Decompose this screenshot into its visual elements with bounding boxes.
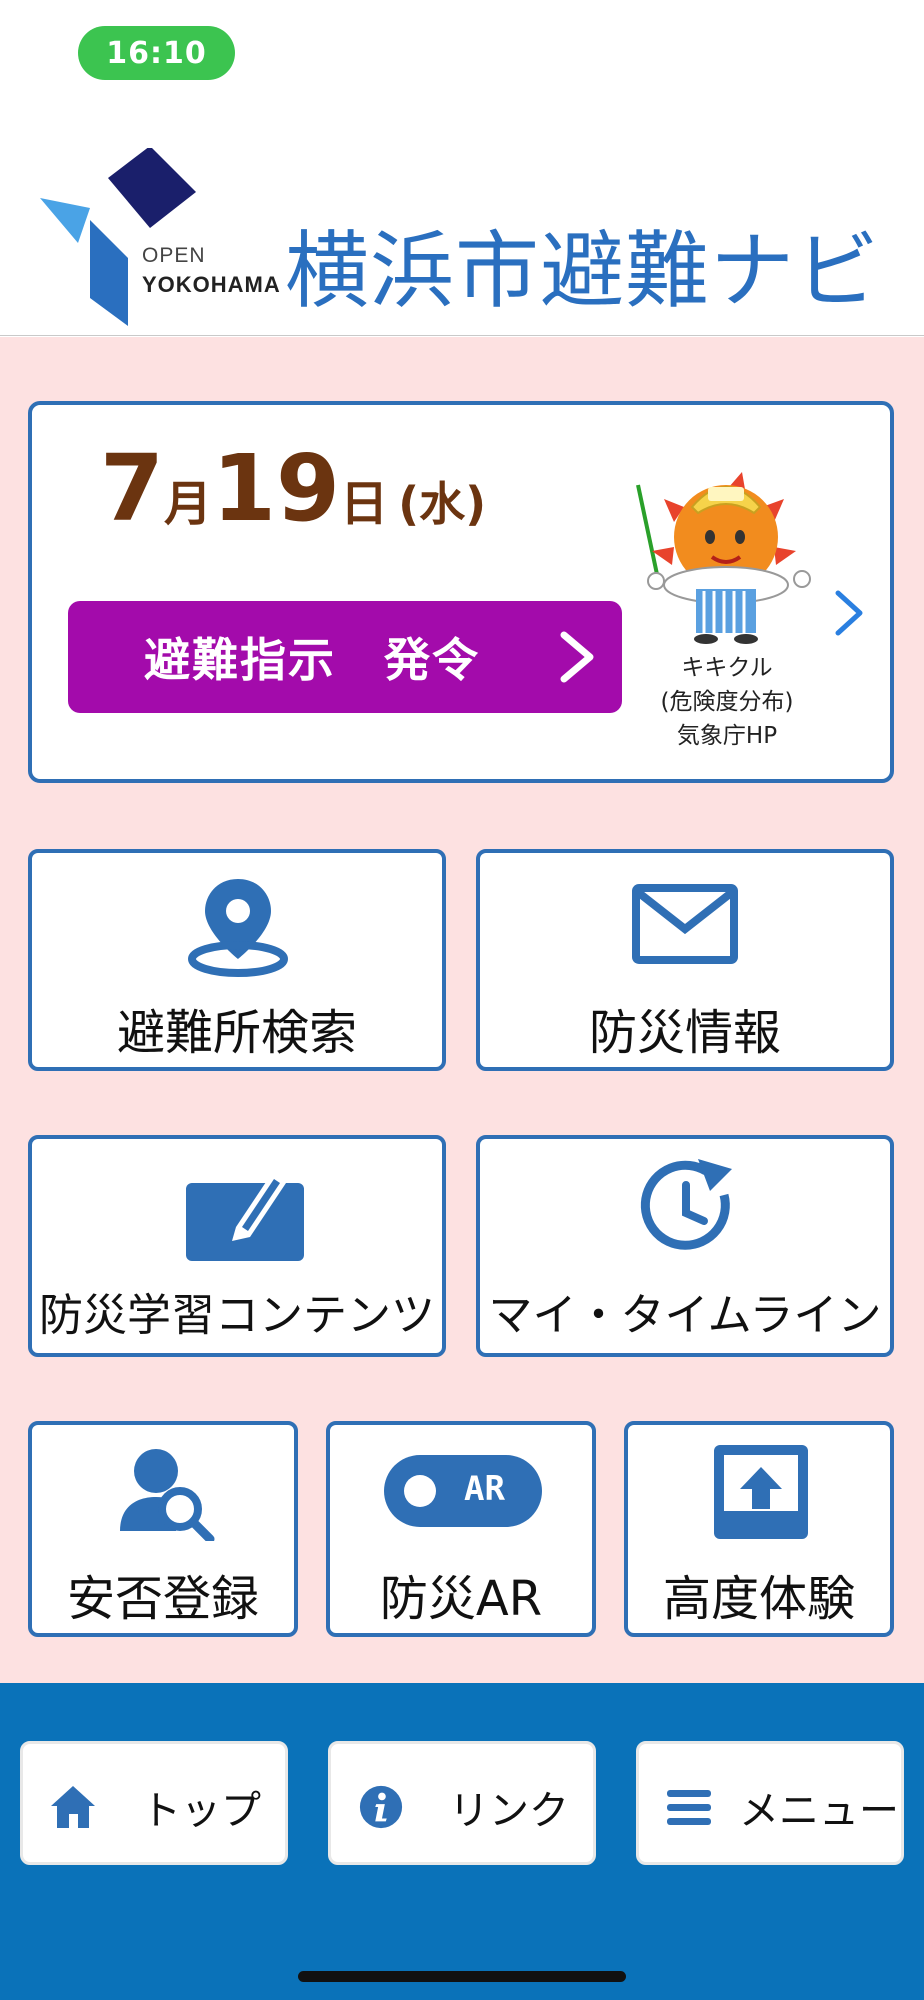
nav-menu-button[interactable]: メニュー xyxy=(636,1741,904,1865)
ar-toggle-knob xyxy=(404,1475,436,1507)
altitude-experience-button[interactable]: 高度体験 xyxy=(624,1421,894,1637)
hamburger-icon xyxy=(667,1790,711,1825)
info-icon xyxy=(359,1785,403,1829)
date-card: 7月19日 (水) 避難指示 発令 キキクル (危険度分布) 気象庁HP xyxy=(28,401,894,783)
upload-box-icon xyxy=(714,1445,808,1539)
date-month-unit: 月 xyxy=(164,476,213,532)
kikikuru-caption-line1: キキクル xyxy=(681,655,773,681)
main-content: 7月19日 (水) 避難指示 発令 キキクル (危険度分布) 気象庁HP 避難所… xyxy=(0,337,924,1683)
nav-link-button[interactable]: リンク xyxy=(328,1741,596,1865)
kikikuru-mascot-icon[interactable] xyxy=(634,467,824,647)
chevron-right-icon xyxy=(560,631,594,683)
logo-open-text: OPEN xyxy=(142,244,206,267)
date-display: 7月19日 (水) xyxy=(100,435,486,542)
my-timeline-label: マイ・タイムライン xyxy=(488,1290,882,1341)
my-timeline-button[interactable]: マイ・タイムライン xyxy=(476,1135,894,1357)
learning-contents-button[interactable]: 防災学習コンテンツ xyxy=(28,1135,446,1357)
date-day-unit: 日 xyxy=(340,476,389,532)
safety-registration-button[interactable]: 安否登録 xyxy=(28,1421,298,1637)
ar-toggle-icon: AR xyxy=(384,1455,542,1527)
logo-yokohama-text: YOKOHAMA xyxy=(142,272,281,297)
kikikuru-caption-line2: (危険度分布) xyxy=(660,689,794,715)
learning-contents-label: 防災学習コンテンツ xyxy=(39,1290,435,1341)
altitude-experience-label: 高度体験 xyxy=(662,1571,855,1627)
ar-badge-text: AR xyxy=(464,1469,505,1509)
nav-menu-label: メニュー xyxy=(739,1788,899,1834)
kikikuru-chevron-right-icon[interactable] xyxy=(832,589,868,637)
tablet-pen-icon xyxy=(186,1173,304,1261)
bottom-navigation: トップ リンク メニュー xyxy=(0,1683,924,2000)
home-indicator[interactable] xyxy=(298,1971,626,1982)
nav-top-label: トップ xyxy=(141,1788,261,1834)
nav-top-button[interactable]: トップ xyxy=(20,1741,288,1865)
disaster-info-button[interactable]: 防災情報 xyxy=(476,849,894,1071)
nav-link-label: リンク xyxy=(449,1788,569,1834)
disaster-ar-label: 防災AR xyxy=(379,1571,543,1627)
evacuation-order-label: 避難指示 発令 xyxy=(144,633,480,687)
shelter-search-button[interactable]: 避難所検索 xyxy=(28,849,446,1071)
kikikuru-caption-line3: 気象庁HP xyxy=(676,723,778,749)
date-month: 7 xyxy=(100,435,165,542)
status-bar: 16:10 xyxy=(0,0,924,100)
person-search-icon xyxy=(120,1449,215,1541)
safety-registration-label: 安否登録 xyxy=(66,1571,259,1627)
envelope-icon xyxy=(632,884,738,964)
date-day: 19 xyxy=(212,435,341,542)
home-icon xyxy=(51,1786,95,1828)
shelter-search-label: 避難所検索 xyxy=(116,1005,357,1061)
app-header: OPEN YOKOHAMA 横浜市避難ナビ xyxy=(0,100,924,336)
clock-refresh-icon xyxy=(640,1159,732,1250)
open-yokohama-logo-icon xyxy=(40,148,196,326)
app-title: 横浜市避難ナビ xyxy=(285,222,881,320)
date-weekday: (水) xyxy=(398,477,487,531)
disaster-ar-button[interactable]: AR 防災AR xyxy=(326,1421,596,1637)
evacuation-order-button[interactable]: 避難指示 発令 xyxy=(68,601,622,713)
disaster-info-label: 防災情報 xyxy=(588,1005,781,1061)
map-pin-icon xyxy=(188,879,288,977)
status-time: 16:10 xyxy=(78,26,235,80)
kikikuru-caption[interactable]: キキクル (危険度分布) 気象庁HP xyxy=(632,651,822,753)
